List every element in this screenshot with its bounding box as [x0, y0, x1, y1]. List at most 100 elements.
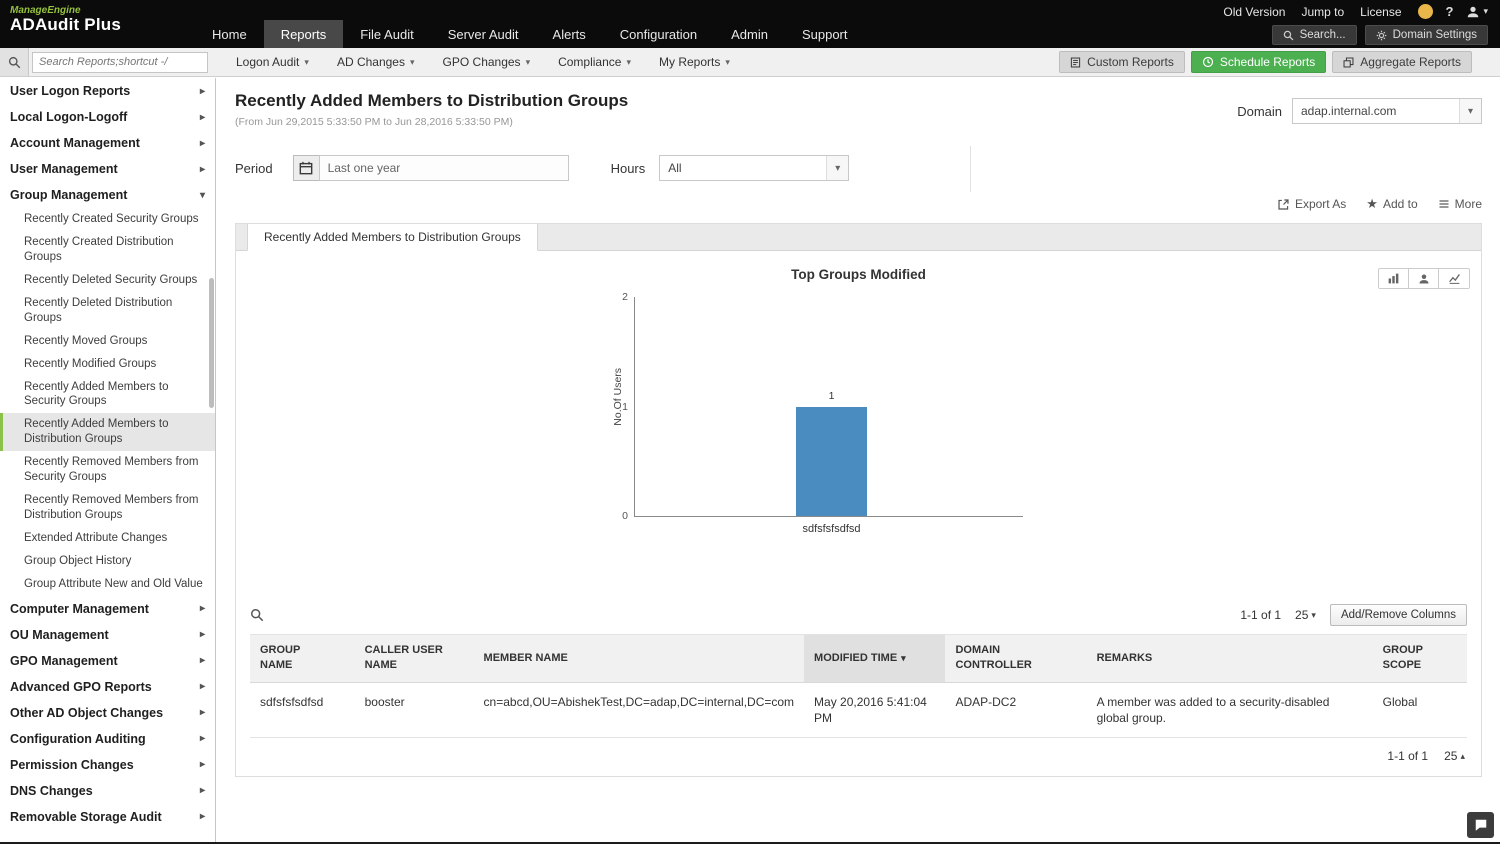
nav-server-audit[interactable]: Server Audit	[431, 20, 536, 48]
more-link[interactable]: More	[1438, 197, 1482, 211]
sidebar-report-recently-added-members-distribution[interactable]: Recently Added Members to Distribution G…	[0, 413, 215, 452]
y-axis-label: No.Of Users	[611, 367, 624, 426]
sidebar-item-configuration-auditing[interactable]: Configuration Auditing ▸	[0, 726, 215, 752]
custom-reports-button[interactable]: Custom Reports	[1059, 51, 1185, 73]
sidebar-report-group-attribute-new-old-value[interactable]: Group Attribute New and Old Value	[0, 573, 215, 596]
chart-title: Top Groups Modified	[791, 267, 926, 282]
calendar-icon	[299, 161, 313, 175]
jump-to-link[interactable]: Jump to	[1301, 5, 1344, 19]
col-caller-user-name[interactable]: CALLER USER NAME	[354, 634, 474, 683]
aggregate-reports-button[interactable]: Aggregate Reports	[1332, 51, 1472, 73]
sidebar-item-gpo-management[interactable]: GPO Management ▸	[0, 648, 215, 674]
menu-gpo-changes[interactable]: GPO Changes ▾	[429, 48, 545, 76]
old-version-link[interactable]: Old Version	[1223, 5, 1285, 19]
sidebar-report-recently-added-members-security[interactable]: Recently Added Members to Security Group…	[0, 376, 215, 414]
period-input[interactable]	[318, 155, 569, 181]
nav-reports[interactable]: Reports	[263, 20, 344, 48]
nav-file-audit[interactable]: File Audit	[343, 20, 430, 48]
menu-my-reports[interactable]: My Reports ▾	[645, 48, 744, 76]
sidebar-item-dns-changes[interactable]: DNS Changes ▸	[0, 778, 215, 804]
add-to-link[interactable]: ★ Add to	[1366, 196, 1417, 212]
sidebar-item-other-ad-object-changes[interactable]: Other AD Object Changes ▸	[0, 700, 215, 726]
help-icon[interactable]: ?	[1446, 4, 1454, 19]
sidebar-item-removable-storage-audit[interactable]: Removable Storage Audit ▸	[0, 804, 215, 830]
sidebar-item-permission-changes[interactable]: Permission Changes ▸	[0, 752, 215, 778]
table-search-button[interactable]	[250, 608, 264, 622]
col-domain-controller[interactable]: DOMAIN CONTROLLER	[945, 634, 1087, 683]
sidebar-item-ou-management[interactable]: OU Management ▸	[0, 622, 215, 648]
sidebar-report-group-object-history[interactable]: Group Object History	[0, 550, 215, 573]
chart-bar[interactable]	[796, 406, 867, 516]
chevron-right-icon: ▸	[199, 759, 205, 771]
sidebar-report-recently-removed-members-security[interactable]: Recently Removed Members from Security G…	[0, 451, 215, 489]
nav-support[interactable]: Support	[785, 20, 865, 48]
hours-select[interactable]: All ▾	[659, 155, 850, 181]
sidebar-report-recently-removed-members-distribution[interactable]: Recently Removed Members from Distributi…	[0, 489, 215, 527]
sidebar-item-group-management[interactable]: Group Management ▾	[0, 182, 215, 208]
nav-home[interactable]: Home	[195, 20, 264, 48]
chevron-right-icon: ▸	[199, 707, 205, 719]
nav-alerts[interactable]: Alerts	[536, 20, 603, 48]
chart-region: Top Groups Modified No.Of Users 2 1 0 1	[236, 251, 1481, 596]
sidebar-item-account-management[interactable]: Account Management ▸	[0, 130, 215, 156]
report-menus: Logon Audit ▾ AD Changes ▾ GPO Changes ▾ Co…	[222, 48, 744, 76]
chevron-down-icon: ▾	[725, 56, 730, 67]
sidebar-item-user-logon-reports[interactable]: User Logon Reports ▸	[0, 78, 215, 104]
chevron-right-icon: ▸	[199, 163, 205, 175]
menu-logon-audit[interactable]: Logon Audit ▾	[222, 48, 323, 76]
sidebar-item-local-logon-logoff[interactable]: Local Logon-Logoff ▸	[0, 104, 215, 130]
sidebar-scrollbar[interactable]	[209, 278, 214, 408]
add-remove-columns-button[interactable]: Add/Remove Columns	[1329, 604, 1467, 626]
nav-configuration[interactable]: Configuration	[603, 20, 714, 48]
main-content: Recently Added Members to Distribution G…	[217, 78, 1500, 844]
star-icon: ★	[1366, 196, 1378, 211]
user-summary-icon[interactable]	[1409, 269, 1439, 288]
page-size-select-bottom[interactable]: 25 ▴	[1444, 749, 1465, 763]
y-tick-2: 2	[622, 291, 628, 303]
sidebar-report-recently-created-distribution-groups[interactable]: Recently Created Distribution Groups	[0, 231, 215, 269]
menu-compliance[interactable]: Compliance ▾	[544, 48, 645, 76]
sidebar-report-recently-moved-groups[interactable]: Recently Moved Groups	[0, 330, 215, 353]
tab-recently-added-members-distribution[interactable]: Recently Added Members to Distribution G…	[247, 224, 538, 251]
search-icon	[1283, 30, 1294, 40]
domain-settings-button[interactable]: Domain Settings	[1364, 25, 1488, 45]
export-as-link[interactable]: Export As	[1277, 197, 1346, 211]
user-menu[interactable]: ▾	[1466, 5, 1488, 19]
report-search-button[interactable]	[0, 48, 29, 76]
chat-support-button[interactable]	[1467, 812, 1494, 838]
col-group-name[interactable]: GROUP NAME	[250, 634, 355, 683]
chevron-down-icon: ▾	[1311, 609, 1316, 620]
sidebar-report-recently-created-security-groups[interactable]: Recently Created Security Groups	[0, 208, 215, 231]
col-member-name[interactable]: MEMBER NAME	[473, 634, 805, 683]
license-link[interactable]: License	[1360, 5, 1401, 19]
table-row[interactable]: sdfsfsfsdfsd booster cn=abcd,OU=AbishekT…	[250, 682, 1467, 739]
chevron-right-icon: ▸	[199, 655, 205, 667]
sidebar-report-recently-deleted-distribution-groups[interactable]: Recently Deleted Distribution Groups	[0, 292, 215, 330]
global-search-button[interactable]: Search...	[1271, 25, 1357, 45]
page-size-select[interactable]: 25 ▾	[1295, 608, 1316, 622]
y-tick-0: 0	[622, 510, 628, 522]
col-modified-time[interactable]: MODIFIED TIME ▾	[804, 634, 946, 683]
domain-select[interactable]: adap.internal.com ▾	[1292, 98, 1482, 124]
nav-admin[interactable]: Admin	[714, 20, 785, 48]
chevron-down-icon: ▾	[304, 56, 309, 67]
chevron-right-icon: ▸	[199, 603, 205, 615]
sidebar-report-extended-attribute-changes[interactable]: Extended Attribute Changes	[0, 527, 215, 550]
line-chart-icon[interactable]	[1439, 269, 1469, 288]
report-search-input[interactable]	[32, 51, 208, 73]
schedule-reports-button[interactable]: Schedule Reports	[1190, 51, 1327, 73]
hours-label: Hours	[610, 160, 646, 176]
app-logo[interactable]: ManageEngine ADAudit Plus	[10, 5, 121, 35]
user-icon	[1468, 6, 1479, 17]
sidebar-report-recently-modified-groups[interactable]: Recently Modified Groups	[0, 353, 215, 376]
sidebar-report-recently-deleted-security-groups[interactable]: Recently Deleted Security Groups	[0, 269, 215, 292]
notification-icon[interactable]	[1417, 4, 1433, 19]
menu-ad-changes[interactable]: AD Changes ▾	[323, 48, 429, 76]
sidebar-item-advanced-gpo-reports[interactable]: Advanced GPO Reports ▸	[0, 674, 215, 700]
sidebar-item-user-management[interactable]: User Management ▸	[0, 156, 215, 182]
calendar-button[interactable]	[292, 155, 319, 181]
col-group-scope[interactable]: GROUP SCOPE	[1372, 634, 1467, 683]
bar-chart-icon[interactable]	[1379, 269, 1409, 288]
col-remarks[interactable]: REMARKS	[1086, 634, 1373, 683]
sidebar-item-computer-management[interactable]: Computer Management ▸	[0, 596, 215, 622]
